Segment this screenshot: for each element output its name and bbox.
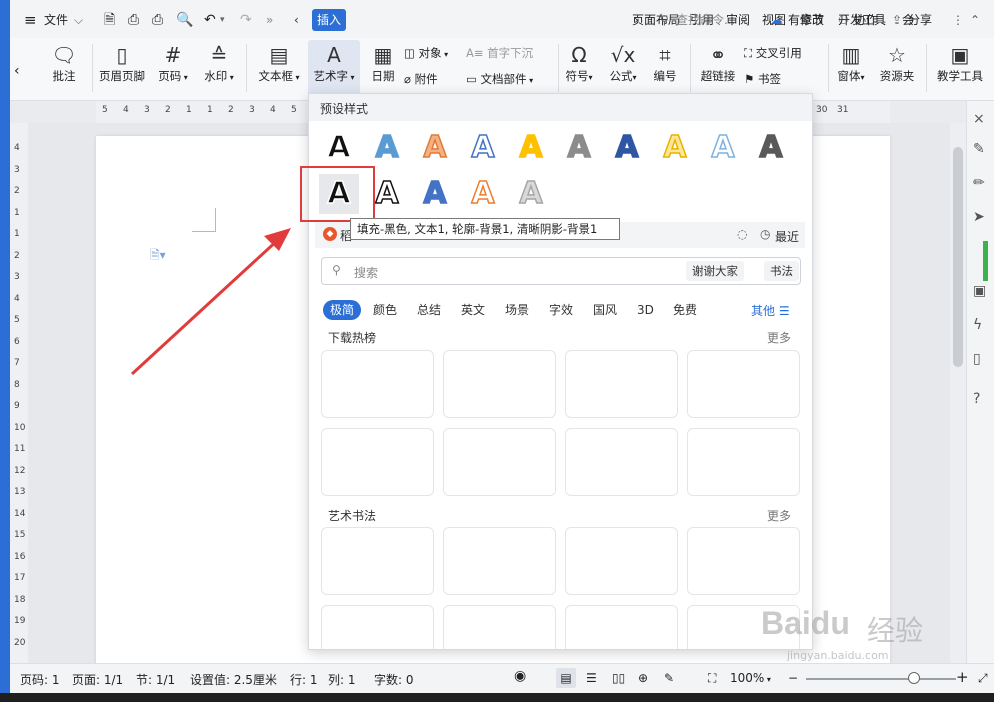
arrow-shaft bbox=[130, 236, 282, 376]
annotation-arrow bbox=[130, 228, 291, 376]
preset-tooltip: 填充-黑色, 文本1, 轮廓-背景1, 清晰阴影-背景1 bbox=[350, 218, 620, 240]
